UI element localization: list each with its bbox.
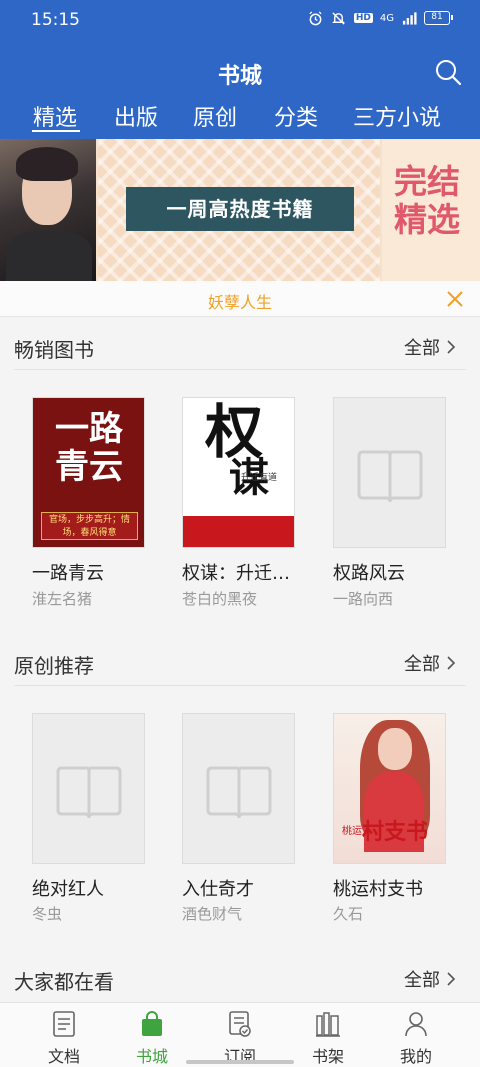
more-label: 全部 — [404, 970, 440, 991]
nav-documents[interactable]: 文档 — [24, 1003, 104, 1067]
book-author: 苍白的黑夜 — [182, 590, 258, 608]
signal-indicator: 4G — [379, 12, 394, 24]
book-author: 淮左名猪 — [32, 590, 93, 608]
cover-title-text: 权 — [205, 398, 264, 466]
tab-third-party[interactable]: 三方小说 — [353, 100, 441, 132]
book-title[interactable]: 一路青云 — [32, 559, 104, 585]
bottom-navigation: 文档 书城 订阅 书架 我的 — [0, 1002, 480, 1067]
book-cover[interactable]: 一路青云 官场，步步高升；情场，春风得意 — [32, 397, 145, 548]
bookshelf-icon — [316, 1012, 340, 1037]
section-title-bestsellers: 畅销图书 — [14, 338, 94, 362]
notice-close-button[interactable] — [446, 290, 464, 308]
book-cover-placeholder[interactable] — [182, 713, 295, 864]
close-icon — [447, 291, 463, 307]
chevron-right-icon — [447, 972, 456, 986]
banner-portrait-image — [0, 139, 96, 281]
hd-badge: HD — [353, 13, 373, 23]
book-cover-placeholder[interactable] — [333, 397, 446, 548]
nav-bookshelf[interactable]: 书架 — [288, 1003, 368, 1067]
signal-bars-icon — [401, 10, 417, 26]
book-author: 冬虫 — [32, 905, 63, 923]
nav-label: 书城 — [135, 1047, 168, 1066]
more-label: 全部 — [404, 338, 440, 359]
cover-red-band — [183, 516, 294, 547]
section-more-original-picks[interactable]: 全部 — [404, 650, 456, 676]
cover-subtitle: 升迁有道 — [241, 473, 278, 483]
mute-bell-icon — [331, 10, 347, 26]
nav-profile[interactable]: 我的 — [376, 1003, 456, 1067]
nav-bookstore[interactable]: 书城 — [112, 1003, 192, 1067]
section-more-bestsellers[interactable]: 全部 — [404, 334, 456, 360]
home-indicator — [186, 1060, 294, 1064]
book-cover[interactable]: 权 谋 升迁有道 — [182, 397, 295, 548]
chevron-right-icon — [447, 340, 456, 354]
cover-title-text: 村支书 — [362, 819, 429, 845]
status-bar: 15:15 HD 4G 81 — [0, 0, 480, 42]
cover-tagline: 官场，步步高升；情场，春风得意 — [41, 512, 138, 540]
tab-published[interactable]: 出版 — [114, 100, 158, 132]
tab-categories[interactable]: 分类 — [274, 100, 318, 132]
subscription-icon — [229, 1011, 251, 1037]
cover-title-text: 一路青云 — [55, 409, 123, 487]
banner-center-text: 一周高热度书籍 — [126, 187, 354, 231]
search-icon — [436, 60, 462, 86]
book-title[interactable]: 桃运村支书 — [333, 875, 423, 901]
tab-featured[interactable]: 精选 — [33, 100, 77, 132]
book-title[interactable]: 权路风云 — [333, 559, 405, 585]
book-title[interactable]: 权谋：升迁… — [182, 559, 290, 585]
battery-indicator: 81 — [424, 11, 453, 25]
nav-label: 文档 — [47, 1047, 80, 1066]
section-divider — [14, 369, 466, 370]
open-book-icon — [357, 450, 423, 503]
nav-label: 我的 — [399, 1047, 432, 1066]
notice-text[interactable]: 妖孽人生 — [0, 289, 480, 313]
book-author: 久石 — [333, 905, 364, 923]
person-icon — [405, 1012, 427, 1037]
chevron-right-icon — [447, 656, 456, 670]
page-title: 书城 — [217, 64, 262, 89]
more-label: 全部 — [404, 654, 440, 675]
book-cover-placeholder[interactable] — [32, 713, 145, 864]
search-button[interactable] — [434, 58, 462, 86]
open-book-icon — [206, 766, 272, 819]
notice-bar[interactable]: 妖孽人生 — [0, 281, 480, 317]
cover-subtitle: 桃运 — [342, 826, 362, 837]
open-book-icon — [56, 766, 122, 819]
nav-subscriptions[interactable]: 订阅 — [200, 1003, 280, 1067]
alarm-icon — [308, 10, 324, 26]
book-cover[interactable]: 桃运 村支书 — [333, 713, 446, 864]
section-divider — [14, 685, 466, 686]
book-title[interactable]: 绝对红人 — [32, 875, 104, 901]
book-author: 一路向西 — [333, 590, 394, 608]
section-more-trending[interactable]: 全部 — [404, 966, 456, 992]
banner-right-text: 完结精选 — [394, 162, 460, 239]
book-title[interactable]: 入仕奇才 — [182, 875, 254, 901]
status-icons: HD 4G 81 — [308, 10, 453, 26]
nav-label: 书架 — [311, 1047, 344, 1066]
status-time: 15:15 — [31, 10, 80, 30]
active-tab-indicator — [32, 130, 80, 132]
document-icon — [53, 1011, 75, 1037]
book-author: 酒色财气 — [182, 905, 243, 923]
tab-original[interactable]: 原创 — [193, 100, 237, 132]
section-title-trending: 大家都在看 — [14, 970, 114, 994]
app-header: 15:15 HD 4G 81 书城 精选 出版 原创 分类 三方小说 — [0, 0, 480, 139]
section-title-original-picks: 原创推荐 — [14, 654, 94, 678]
shopping-bag-icon — [142, 1011, 162, 1036]
